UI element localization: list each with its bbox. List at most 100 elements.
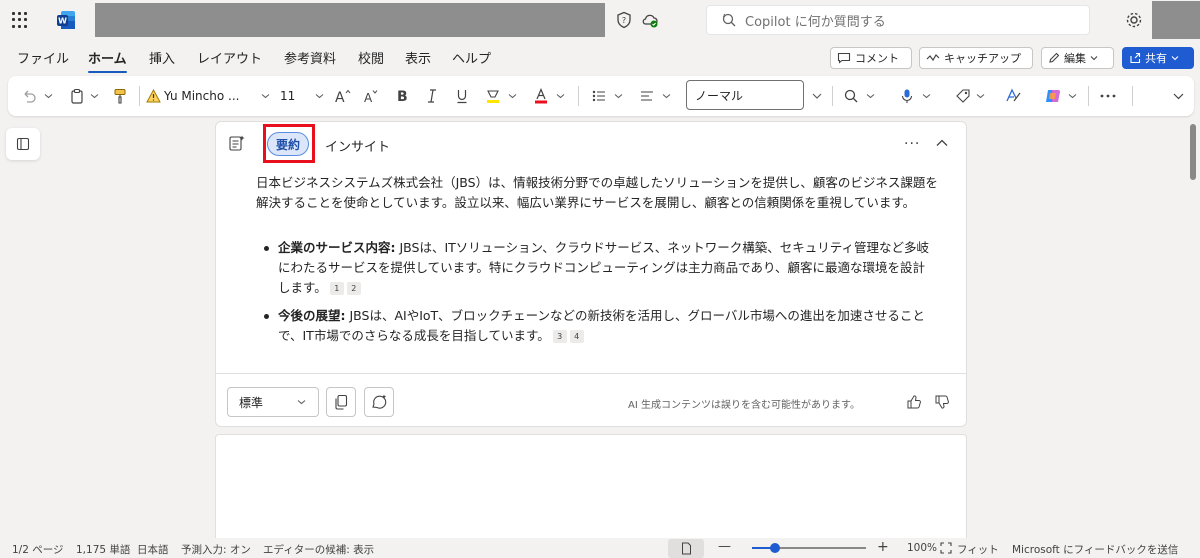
- editor-icon[interactable]: [1002, 84, 1024, 108]
- summary-length-select[interactable]: 標準: [227, 387, 319, 417]
- bullets-icon[interactable]: [588, 84, 610, 108]
- vertical-scrollbar[interactable]: [1190, 124, 1196, 180]
- fit-label[interactable]: フィット: [957, 542, 999, 557]
- more-icon[interactable]: [1096, 84, 1120, 108]
- edit-mode-button[interactable]: 編集: [1041, 47, 1114, 69]
- format-painter-icon[interactable]: [110, 84, 130, 108]
- undo-dropdown-chevron-icon[interactable]: [42, 84, 54, 108]
- font-color-chevron-icon[interactable]: [554, 84, 566, 108]
- font-name-select[interactable]: Yu Mincho ...: [146, 84, 270, 108]
- tab-insight[interactable]: インサイト: [325, 136, 390, 155]
- chevron-up-icon[interactable]: [935, 136, 949, 150]
- copilot-chat-button[interactable]: [364, 387, 394, 417]
- undo-icon[interactable]: [16, 84, 42, 108]
- align-icon[interactable]: [636, 84, 658, 108]
- paragraph-style-select[interactable]: ノーマル: [686, 80, 804, 110]
- sensitivity-icon[interactable]: [952, 84, 974, 108]
- italic-icon[interactable]: [422, 84, 442, 108]
- predictive-text-status[interactable]: 予測入力: オン: [181, 542, 251, 557]
- zoom-level[interactable]: 100%: [907, 542, 937, 554]
- style-chevron-icon[interactable]: [808, 84, 826, 108]
- svg-text:A: A: [335, 90, 345, 104]
- copilot-chevron-icon[interactable]: [1066, 84, 1078, 108]
- fit-to-window-icon[interactable]: [940, 542, 952, 554]
- comment-label: コメント: [855, 52, 899, 65]
- toolbar-divider: [1132, 86, 1133, 106]
- citation-ref[interactable]: 1: [329, 282, 344, 295]
- pencil-icon: [1049, 52, 1060, 63]
- copilot-chat-icon: [372, 394, 387, 409]
- copilot-search-input[interactable]: Copilot に何か質問する: [706, 5, 1090, 35]
- page-count[interactable]: 1/2 ページ: [12, 542, 64, 557]
- feedback-link[interactable]: Microsoft にフィードバックを送信: [1012, 542, 1178, 557]
- align-chevron-icon[interactable]: [660, 84, 672, 108]
- chevron-down-icon: [261, 94, 270, 99]
- svg-text:W: W: [58, 17, 67, 26]
- zoom-in-button[interactable]: +: [877, 539, 889, 555]
- thumbs-up-icon[interactable]: [906, 394, 922, 410]
- thumbs-down-icon[interactable]: [934, 394, 950, 410]
- app-launcher-icon[interactable]: [12, 12, 28, 28]
- zoom-out-button[interactable]: —: [718, 539, 731, 554]
- font-size-select[interactable]: 11: [276, 84, 326, 108]
- tab-references[interactable]: 参考資料: [284, 48, 336, 67]
- word-logo-icon[interactable]: W: [56, 10, 76, 30]
- tab-review[interactable]: 校閲: [358, 48, 384, 67]
- highlighter-icon[interactable]: [482, 84, 504, 108]
- copilot-icon[interactable]: [1042, 84, 1064, 108]
- language-status[interactable]: 日本語: [137, 542, 169, 557]
- tab-home[interactable]: ホーム: [88, 48, 127, 73]
- document-title-redacted[interactable]: [95, 3, 605, 37]
- dictate-chevron-icon[interactable]: [920, 84, 932, 108]
- card-more-options-icon[interactable]: ···: [904, 136, 920, 152]
- citation-ref[interactable]: 4: [569, 330, 584, 343]
- bullet-title: 今後の展望:: [278, 308, 346, 323]
- clipboard-icon[interactable]: [66, 84, 88, 108]
- word-count[interactable]: 1,175 単語: [76, 542, 130, 557]
- navigation-pane-icon: [16, 137, 30, 151]
- zoom-slider-thumb[interactable]: [770, 543, 780, 553]
- tab-summary[interactable]: 要約: [267, 132, 309, 156]
- chevron-down-icon: [1090, 56, 1098, 61]
- sensitivity-chevron-icon[interactable]: [974, 84, 986, 108]
- citation-ref[interactable]: 2: [346, 282, 361, 295]
- font-color-icon[interactable]: [530, 84, 552, 108]
- expand-ribbon-icon[interactable]: [1168, 84, 1188, 108]
- dictate-icon[interactable]: [896, 84, 918, 108]
- settings-gear-icon[interactable]: [1124, 10, 1144, 30]
- tab-insert[interactable]: 挿入: [149, 48, 175, 67]
- search-icon[interactable]: [840, 84, 862, 108]
- grow-font-icon[interactable]: A: [332, 84, 354, 108]
- chevron-down-icon: [1171, 56, 1179, 61]
- catch-up-button[interactable]: キャッチアップ: [919, 47, 1033, 69]
- share-icon: [1130, 52, 1141, 64]
- shrink-font-icon[interactable]: A: [360, 84, 382, 108]
- print-layout-view-button[interactable]: [668, 539, 704, 558]
- highlighter-chevron-icon[interactable]: [506, 84, 518, 108]
- toolbar-divider: [578, 86, 579, 106]
- clipboard-chevron-icon[interactable]: [88, 84, 100, 108]
- copy-button[interactable]: [326, 387, 356, 417]
- share-button[interactable]: 共有: [1122, 47, 1194, 69]
- comment-icon: [837, 52, 851, 64]
- user-avatar-redacted[interactable]: [1152, 1, 1200, 39]
- tab-layout[interactable]: レイアウト: [197, 48, 262, 67]
- copilot-summary-icon: [229, 135, 245, 151]
- summary-bullet-list: 企業のサービス内容: JBSは、ITソリューション、クラウドサービス、ネットワー…: [262, 238, 932, 354]
- comment-button[interactable]: コメント: [830, 47, 912, 69]
- editor-suggestions-status[interactable]: エディターの候補: 表示: [263, 542, 374, 557]
- bullets-chevron-icon[interactable]: [612, 84, 624, 108]
- navigation-pane-button[interactable]: [6, 128, 40, 160]
- catch-up-icon: [926, 54, 940, 62]
- search-chevron-icon[interactable]: [864, 84, 876, 108]
- tab-file[interactable]: ファイル: [17, 48, 69, 67]
- search-placeholder: Copilot に何か質問する: [745, 14, 886, 30]
- bold-icon[interactable]: B: [392, 84, 412, 108]
- shield-icon[interactable]: ?: [615, 11, 633, 29]
- chevron-down-icon: [297, 400, 306, 405]
- underline-icon[interactable]: [452, 84, 472, 108]
- citation-ref[interactable]: 3: [552, 330, 567, 343]
- cloud-saved-icon[interactable]: [641, 11, 659, 29]
- tab-view[interactable]: 表示: [405, 48, 431, 67]
- tab-help[interactable]: ヘルプ: [452, 48, 491, 67]
